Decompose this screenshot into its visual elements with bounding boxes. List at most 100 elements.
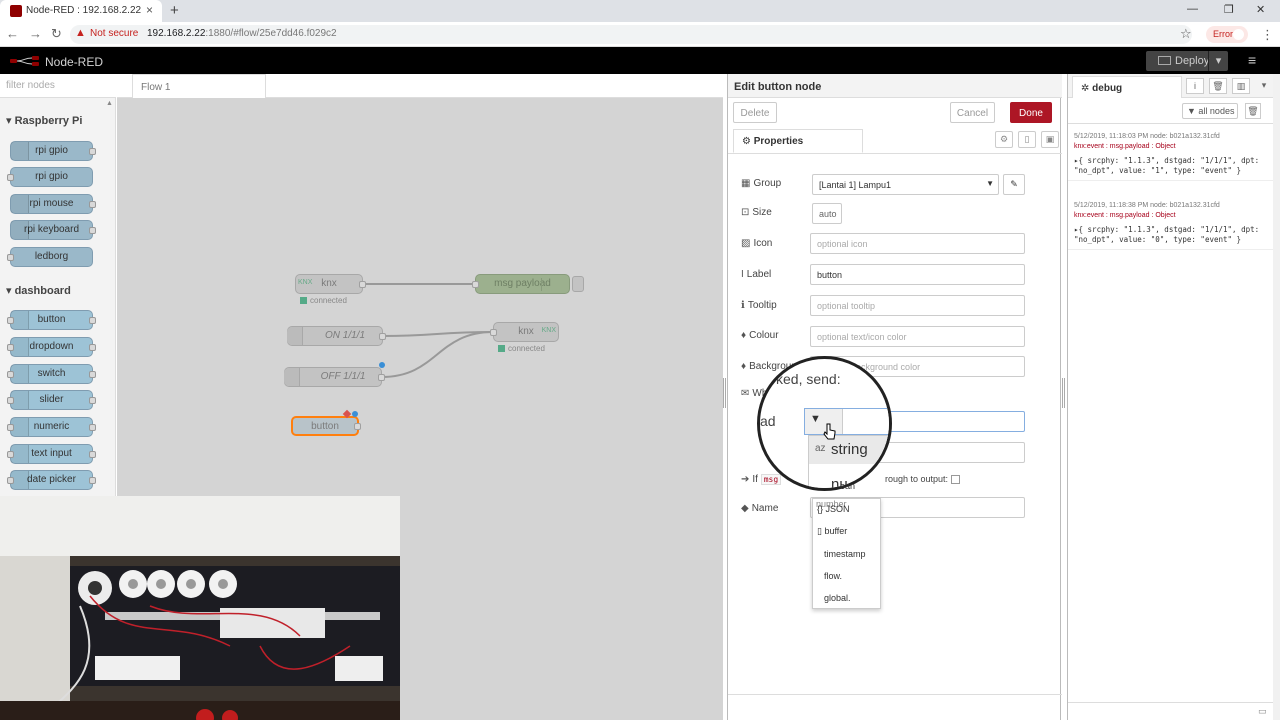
canvas-node-knx-in[interactable]: knx KNX <box>295 274 366 294</box>
cancel-button[interactable]: Cancel <box>950 102 995 123</box>
changed-indicator-icon <box>352 411 358 417</box>
tray-resize-handle[interactable] <box>723 378 726 408</box>
sidebar-resize-handle[interactable] <box>1062 378 1065 408</box>
chart-icon[interactable]: ▥ <box>1232 78 1250 94</box>
hardware-board-image <box>0 496 400 720</box>
minimize-icon[interactable]: — <box>1187 3 1198 15</box>
palette-node-rpi-gpio-in[interactable]: rpi gpio <box>10 141 96 161</box>
tooltip-input[interactable]: optional tooltip <box>810 295 1025 316</box>
trash-icon: 🗑 <box>1247 106 1259 116</box>
appearance-frame-icon[interactable]: ▣ <box>1041 131 1059 148</box>
debug-payload[interactable]: ▸{ srcphy: "1.1.3", dstgad: "1/1/1", dpt… <box>1074 156 1268 176</box>
palette-node-label: rpi mouse <box>29 198 74 209</box>
inject-trigger-button[interactable] <box>284 368 300 386</box>
description-file-icon[interactable]: ▯ <box>1018 131 1036 148</box>
filter-nodes-input[interactable]: filter nodes <box>0 74 116 98</box>
input-port <box>7 424 14 431</box>
canvas-node-knx-out[interactable]: knx KNX <box>490 322 559 342</box>
popout-icon[interactable]: ▭ <box>1258 706 1267 717</box>
maximize-icon[interactable]: ❐ <box>1224 3 1234 16</box>
debug-payload[interactable]: ▸{ srcphy: "1.1.3", dstgad: "1/1/1", dpt… <box>1074 225 1268 245</box>
tab-properties[interactable]: ⚙ Properties <box>733 129 863 153</box>
sidebar-menu-caret-icon[interactable]: ▾ <box>1255 78 1273 94</box>
reload-icon[interactable]: ↻ <box>51 26 62 42</box>
palette-scroll-up-icon[interactable]: ▲ <box>106 100 113 107</box>
deploy-menu-caret-icon[interactable]: ▾ <box>1208 51 1228 71</box>
input-port <box>7 317 14 324</box>
delete-button[interactable]: Delete <box>733 102 777 123</box>
palette-node-rpi-mouse[interactable]: rpi mouse <box>10 194 96 214</box>
group-select[interactable]: [Lantai 1] Lampu1 ▼ <box>812 174 999 195</box>
info-icon[interactable]: i <box>1186 78 1204 94</box>
palette-node-slider[interactable]: slider <box>7 390 96 410</box>
zoom-magnifier: ked, send: ad ▼ az string nu <box>757 356 892 491</box>
dropdown-option-timestamp[interactable]: timestamp <box>824 549 866 559</box>
input-port <box>7 477 14 484</box>
edit-group-button[interactable]: ✎ <box>1003 174 1025 195</box>
palette-node-button[interactable]: button <box>7 310 96 330</box>
palette-node-ledborg[interactable]: ledborg <box>7 247 93 267</box>
canvas-node-on[interactable]: ON 1/1/1 <box>287 326 386 346</box>
inject-trigger-button[interactable] <box>287 327 303 345</box>
palette-node-label: switch <box>37 368 66 379</box>
canvas-node-button[interactable]: button <box>291 409 361 436</box>
palette-node-rpi-gpio-out[interactable]: rpi gpio <box>7 167 93 187</box>
clear-debug-button[interactable]: 🗑 <box>1245 103 1261 119</box>
done-button[interactable]: Done <box>1010 102 1052 123</box>
settings-gear-icon[interactable]: ⚙ <box>995 131 1013 148</box>
deploy-button[interactable]: Deploy ▾ <box>1146 51 1228 71</box>
profile-error-badge[interactable]: Error <box>1206 26 1248 43</box>
url-input[interactable]: ▲ Not secure 192.168.2.22:1880/#flow/25e… <box>70 25 1192 44</box>
forward-icon[interactable]: → <box>29 26 42 41</box>
resize-icon: ⊡ <box>741 207 750 218</box>
browser-tab[interactable]: Node-RED : 192.168.2.22 × <box>0 0 162 22</box>
debug-toolbar: ▼ all nodes 🗑 <box>1068 98 1274 124</box>
envelope-icon: ✉ <box>741 388 750 399</box>
tab-debug[interactable]: ✲ debug <box>1072 76 1182 98</box>
palette-category-dashboard[interactable]: ▾ dashboard <box>0 278 116 302</box>
colour-input[interactable]: optional text/icon color <box>810 326 1025 347</box>
main-menu-icon[interactable]: ≡ <box>1248 52 1256 68</box>
palette-node-date-picker[interactable]: date picker <box>7 470 96 490</box>
chevron-down-icon: ▼ <box>986 179 994 188</box>
output-port <box>354 423 361 430</box>
page-scrollbar[interactable] <box>1273 74 1280 720</box>
size-button[interactable]: auto <box>812 203 842 224</box>
all-nodes-filter-button[interactable]: ▼ all nodes <box>1182 103 1238 119</box>
icon-input[interactable]: optional icon <box>810 233 1025 254</box>
close-tab-icon[interactable]: × <box>146 3 153 17</box>
dropdown-option-boolean-partial[interactable]: ean <box>840 481 855 491</box>
back-icon[interactable]: ← <box>6 26 19 41</box>
tab-flow-1[interactable]: Flow 1 <box>132 74 266 98</box>
dropdown-option-flow[interactable]: flow. <box>824 571 842 581</box>
dropdown-option-global[interactable]: global. <box>824 593 851 603</box>
bookmark-star-icon[interactable]: ☆ <box>1180 26 1192 42</box>
dropdown-option-buffer[interactable]: ▯ buffer <box>817 526 847 537</box>
palette-node-numeric[interactable]: numeric <box>7 417 96 437</box>
field-label: Group <box>753 178 782 189</box>
debug-toggle-button[interactable] <box>572 276 584 292</box>
dropdown-option-json[interactable]: {} JSON <box>817 504 850 514</box>
palette-node-text-input[interactable]: text input <box>7 444 96 464</box>
browser-menu-icon[interactable]: ⋮ <box>1261 27 1274 43</box>
input-port <box>7 397 14 404</box>
tray-title: Edit button node <box>728 74 1062 98</box>
new-tab-icon[interactable]: + <box>170 2 179 19</box>
palette-node-label: text input <box>31 448 72 459</box>
filter-label: all nodes <box>1198 106 1235 116</box>
close-window-icon[interactable]: ✕ <box>1256 3 1265 16</box>
palette-node-label: numeric <box>33 421 70 432</box>
palette-node-dropdown[interactable]: dropdown <box>7 337 96 357</box>
canvas-node-msg-payload[interactable]: msg payload <box>472 274 570 294</box>
palette-node-rpi-keyboard[interactable]: rpi keyboard <box>10 220 96 240</box>
passthrough-checkbox[interactable] <box>951 475 960 484</box>
palette-category-raspberry-pi[interactable]: ▾ Raspberry Pi <box>0 108 116 132</box>
label-input[interactable]: button <box>810 264 1025 285</box>
filter-icon: ▼ <box>1187 106 1199 116</box>
trash-tab-icon[interactable]: 🗑 <box>1209 78 1227 94</box>
debug-message[interactable]: 5/12/2019, 11:18:03 PM node: b021a132.31… <box>1068 128 1274 181</box>
status-dot-icon <box>498 345 505 352</box>
debug-message[interactable]: 5/12/2019, 11:18:38 PM node: b021a132.31… <box>1068 197 1274 250</box>
palette-node-switch[interactable]: switch <box>7 364 96 384</box>
canvas-node-off[interactable]: OFF 1/1/1 <box>284 362 385 387</box>
